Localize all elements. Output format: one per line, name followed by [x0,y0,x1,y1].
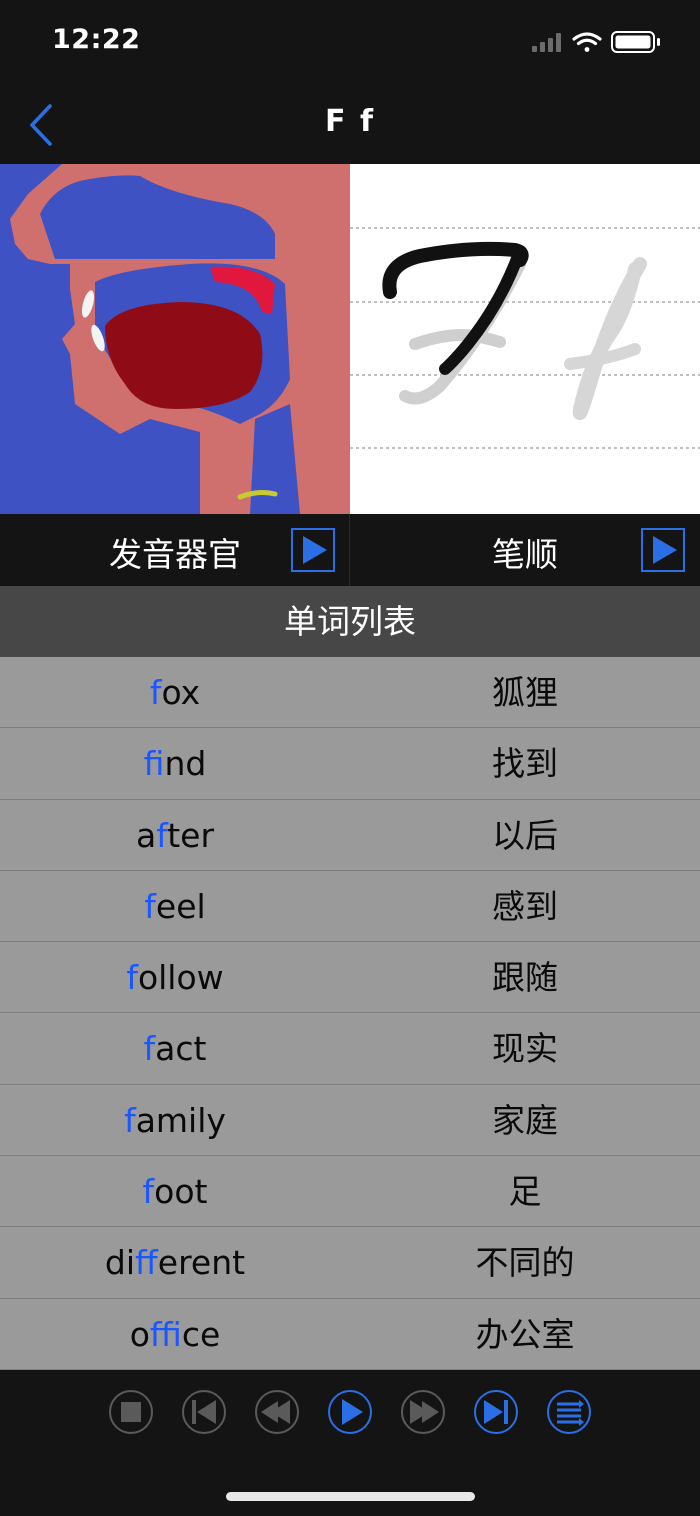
word-chinese: 狐狸 [492,673,558,712]
word-chinese: 跟随 [492,958,558,998]
list-item[interactable]: feel 感到 [0,870,700,943]
list-mode-button[interactable] [546,1389,592,1435]
list-item[interactable]: family 家庭 [0,1084,700,1157]
word-chinese: 感到 [492,886,558,926]
list-item[interactable]: fact 现实 [0,1013,700,1085]
list-item[interactable]: foot 足 [0,1156,700,1228]
pronunciation-control: 发音器官 [0,514,350,586]
list-item[interactable]: follow 跟随 [0,942,700,1014]
word-english: find [143,744,207,784]
rewind-button[interactable] [254,1389,300,1435]
status-time: 12:22 [52,24,141,55]
word-english: different [104,1243,246,1283]
stop-icon [109,1390,153,1434]
word-list: fox 狐狸 find 找到 after 以后 feel 感到 follow 跟… [0,657,700,1370]
stroke-order-control: 笔顺 [350,514,700,586]
word-chinese: 不同的 [475,1243,575,1283]
cellular-signal-icon [532,33,561,52]
home-indicator [226,1492,475,1501]
word-english: follow [126,958,224,998]
word-english: family [124,1100,226,1140]
list-item[interactable]: find 找到 [0,728,700,800]
status-icons [512,30,672,58]
stroke-order-illustration [350,164,700,514]
stop-button[interactable] [108,1389,154,1435]
status-bar: 12:22 [0,0,700,88]
play-stroke-order-button[interactable] [641,528,685,572]
word-chinese: 以后 [492,815,558,855]
list-icon [547,1390,591,1434]
word-english: fact [143,1029,207,1069]
word-list-header: 单词列表 [0,586,700,657]
illustration-controls: 发音器官 笔顺 [0,514,700,586]
word-english: fox [149,673,201,712]
play-pronunciation-button[interactable] [291,528,335,572]
word-chinese: 家庭 [492,1100,558,1140]
list-item[interactable]: office 办公室 [0,1298,700,1370]
skip-to-start-icon [182,1390,226,1434]
word-chinese: 足 [508,1172,542,1212]
battery-icon [611,31,660,53]
word-english: office [129,1314,221,1354]
word-english: feel [144,886,206,926]
word-english: foot [142,1172,208,1212]
skip-to-end-button[interactable] [473,1389,519,1435]
list-item[interactable]: fox 狐狸 [0,657,700,729]
rewind-icon [255,1390,299,1434]
play-icon [653,536,677,564]
word-chinese: 找到 [492,744,558,784]
word-english: after [135,815,215,855]
media-row [0,164,700,514]
skip-to-end-icon [474,1390,518,1434]
fast-forward-icon [401,1390,445,1434]
word-chinese: 现实 [492,1029,558,1069]
play-button[interactable] [327,1389,373,1435]
list-item[interactable]: different 不同的 [0,1227,700,1299]
navigation-bar: F f [0,88,700,164]
wifi-icon [572,32,602,52]
word-chinese: 办公室 [475,1314,575,1354]
fast-forward-button[interactable] [400,1389,446,1435]
pronunciation-organ-illustration [0,164,350,514]
play-icon [328,1390,372,1434]
skip-to-start-button[interactable] [181,1389,227,1435]
page-title: F f [325,104,375,139]
list-item[interactable]: after 以后 [0,799,700,871]
play-icon [303,536,327,564]
